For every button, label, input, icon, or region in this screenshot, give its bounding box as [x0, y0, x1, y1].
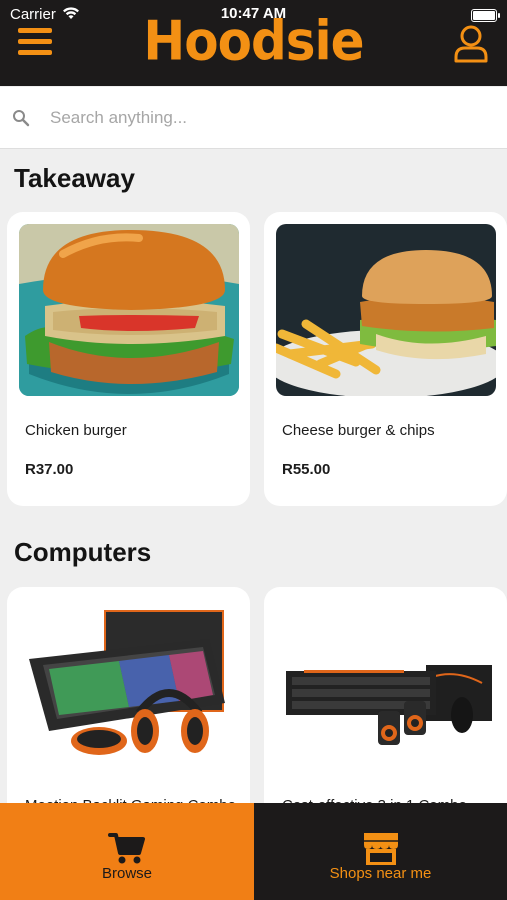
app-screen: Carrier 10:47 AM Hoodsie Takeaw: [0, 0, 507, 900]
chicken-burger-image: [19, 224, 239, 396]
product-price: R55.00: [282, 461, 331, 478]
product-name: Cheese burger & chips: [282, 422, 435, 439]
tab-browse[interactable]: Browse: [0, 803, 254, 900]
tab-browse-label: Browse: [101, 865, 153, 882]
gaming-combo-image: [19, 599, 239, 771]
search-bar: [0, 87, 507, 149]
cheese-burger-chips-image: [276, 224, 496, 396]
tab-shops-label: Shops near me: [329, 865, 432, 882]
product-price: R37.00: [25, 461, 74, 478]
search-icon: [13, 110, 30, 127]
search-input[interactable]: [50, 103, 490, 133]
combo-3in1-image: [276, 599, 496, 771]
product-name: Chicken burger: [25, 422, 127, 439]
section-title-computers: Computers: [14, 537, 152, 567]
cart-icon: [108, 833, 145, 864]
app-logo: Hoodsie: [143, 9, 364, 73]
shop-icon: [363, 833, 398, 865]
tab-shops-near-me[interactable]: Shops near me: [254, 803, 507, 900]
product-card-cheese-burger-chips[interactable]: Cheese burger & chips R55.00: [264, 212, 507, 506]
section-title-takeaway: Takeaway: [14, 163, 135, 193]
profile-icon[interactable]: [453, 24, 489, 64]
app-header: Carrier 10:47 AM Hoodsie: [0, 0, 507, 86]
bottom-navigation: Browse Shops near me: [0, 803, 507, 900]
product-card-chicken-burger[interactable]: Chicken burger R37.00: [7, 212, 250, 506]
